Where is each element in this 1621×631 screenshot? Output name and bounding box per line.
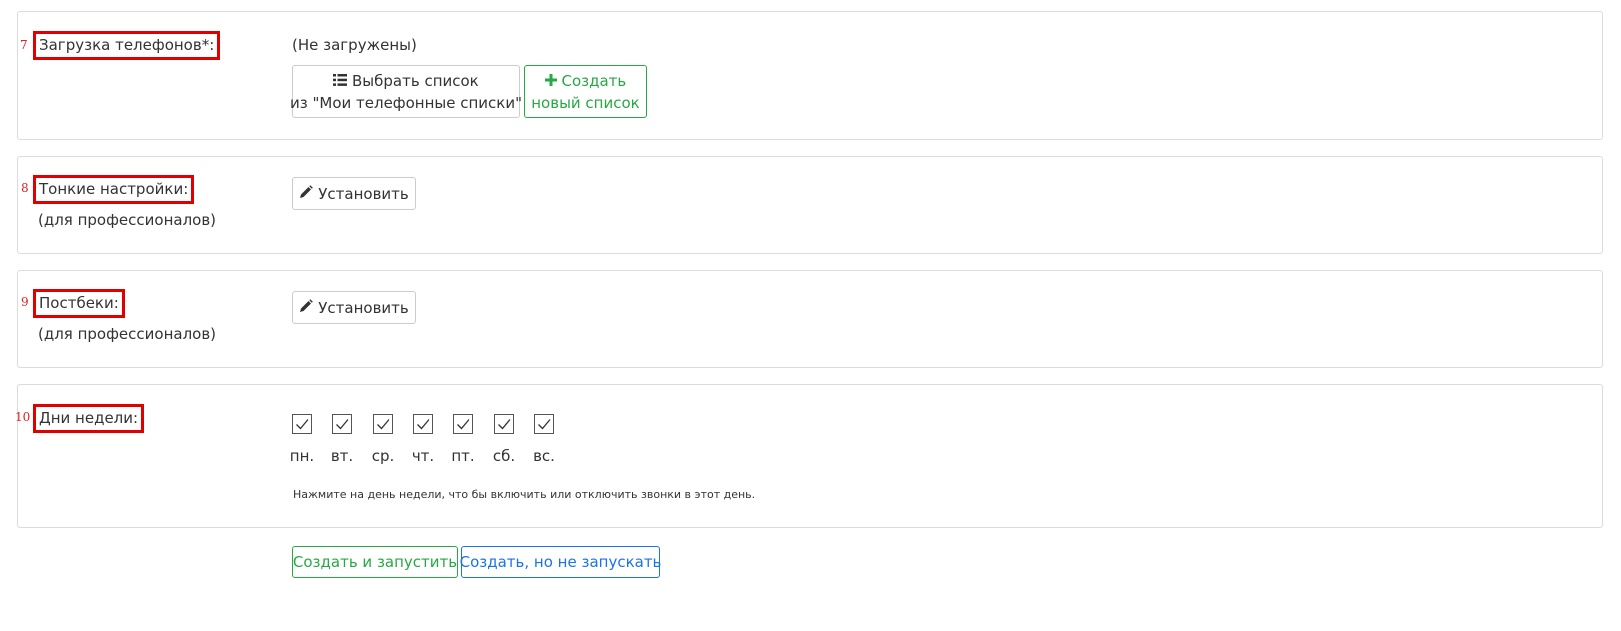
- weekday-checkbox[interactable]: [453, 414, 473, 434]
- weekday-label: чт.: [411, 447, 435, 465]
- weekday-item[interactable]: ср.: [363, 414, 403, 465]
- phones-label: Загрузка телефонов*:: [33, 31, 221, 60]
- create-list-button[interactable]: Создать новый список: [524, 65, 647, 118]
- postbacks-set-label: Установить: [318, 298, 409, 317]
- annotation-number-10: 10: [15, 410, 31, 424]
- weekdays-label: Дни недели:: [33, 404, 145, 433]
- weekday-checkbox[interactable]: [373, 414, 393, 434]
- weekday-label: вт.: [330, 447, 354, 465]
- checkmark-icon: [377, 419, 390, 430]
- fine-settings-sublabel: (для профессионалов): [38, 211, 217, 229]
- annotation-number-8: 8: [21, 181, 29, 195]
- weekday-label: вс.: [533, 447, 555, 465]
- choose-list-button[interactable]: Выбрать список из "Мои телефонные списки…: [289, 65, 523, 118]
- weekday-item[interactable]: пн.: [282, 414, 322, 465]
- postbacks-set-button[interactable]: Установить: [292, 291, 416, 324]
- weekday-item[interactable]: сб.: [484, 414, 524, 465]
- weekday-item[interactable]: чт.: [403, 414, 443, 465]
- weekday-checkbox[interactable]: [534, 414, 554, 434]
- weekday-item[interactable]: пт.: [443, 414, 483, 465]
- weekday-checkbox[interactable]: [292, 414, 312, 434]
- weekday-label: ср.: [371, 447, 395, 465]
- phones-status: (Не загружены): [292, 36, 417, 54]
- postbacks-label: Постбеки:: [33, 289, 125, 318]
- create-list-line2: новый список: [531, 93, 640, 112]
- weekday-item[interactable]: вт.: [322, 414, 362, 465]
- annotation-number-9: 9: [21, 295, 29, 309]
- fine-settings-set-button[interactable]: Установить: [292, 177, 416, 210]
- weekday-label: пн.: [289, 447, 315, 465]
- create-no-start-button[interactable]: Создать, но не запускать: [460, 546, 661, 578]
- weekday-label: сб.: [492, 447, 516, 465]
- weekday-checkbox[interactable]: [332, 414, 352, 434]
- list-icon: [333, 70, 348, 92]
- postbacks-panel: [17, 270, 1603, 368]
- fine-settings-set-label: Установить: [318, 184, 409, 203]
- weekday-item[interactable]: вс.: [524, 414, 564, 465]
- checkmark-icon: [336, 419, 349, 430]
- postbacks-sublabel: (для профессионалов): [38, 325, 217, 343]
- checkmark-icon: [498, 419, 511, 430]
- checkmark-icon: [417, 419, 430, 430]
- weekday-checkbox[interactable]: [494, 414, 514, 434]
- fine-settings-panel: [17, 156, 1603, 254]
- choose-list-line1: Выбрать список: [352, 71, 479, 90]
- weekdays-hint: Нажмите на день недели, что бы включить …: [293, 488, 756, 501]
- choose-list-line2: из "Мои телефонные списки": [289, 93, 523, 112]
- pencil-icon: [299, 298, 314, 317]
- fine-settings-label: Тонкие настройки:: [33, 175, 195, 204]
- phones-panel: [17, 11, 1603, 140]
- checkmark-icon: [296, 419, 309, 430]
- checkmark-icon: [538, 419, 551, 430]
- pencil-icon: [299, 184, 314, 203]
- weekday-checkbox[interactable]: [413, 414, 433, 434]
- plus-icon: [544, 70, 557, 92]
- weekdays-panel: [17, 384, 1603, 528]
- weekday-label: пт.: [451, 447, 475, 465]
- annotation-number-7: 7: [20, 38, 28, 52]
- create-and-start-button[interactable]: Создать и запустить: [292, 546, 458, 578]
- create-list-line1: Создать: [561, 71, 627, 90]
- checkmark-icon: [457, 419, 470, 430]
